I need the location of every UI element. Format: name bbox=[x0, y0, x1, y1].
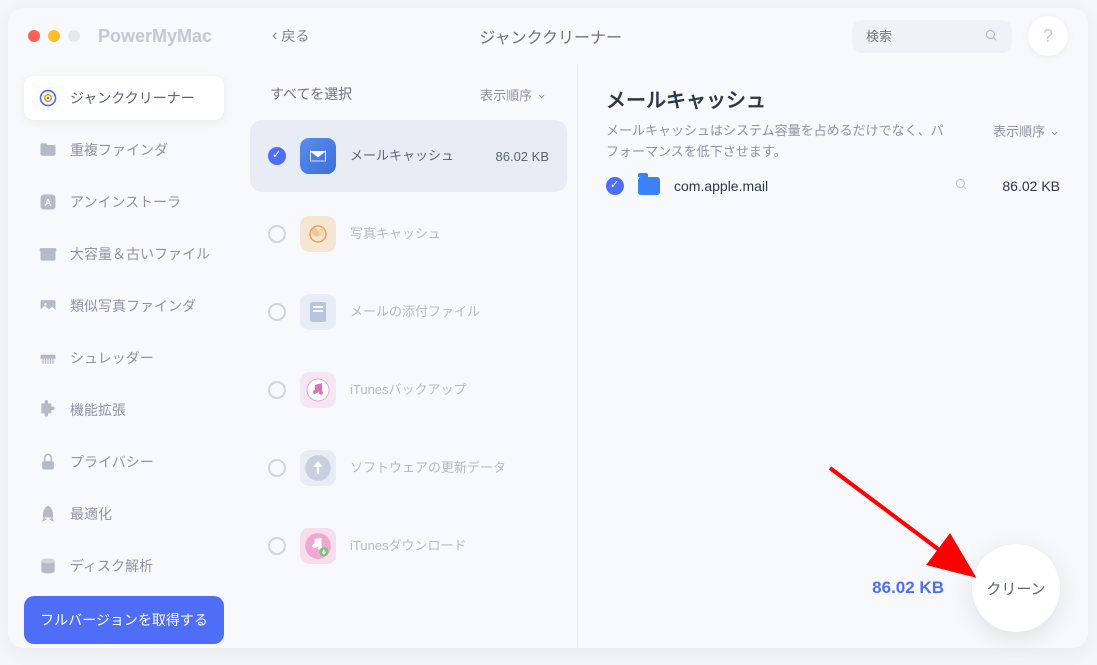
sidebar-item-similar-photo[interactable]: 類似写真ファインダ bbox=[24, 284, 224, 328]
page-title: ジャンククリーナー bbox=[249, 24, 852, 48]
sidebar-item-label: 最適化 bbox=[70, 504, 112, 524]
category-label: メールの添付ファイル bbox=[350, 303, 549, 321]
photo-icon bbox=[300, 216, 336, 252]
sidebar-item-shredder[interactable]: シュレッダー bbox=[24, 336, 224, 380]
checkbox[interactable] bbox=[606, 177, 624, 195]
sort-label: 表示順序 bbox=[480, 85, 532, 104]
checkbox[interactable] bbox=[268, 459, 286, 477]
category-item-mail-attach[interactable]: メールの添付ファイル bbox=[250, 276, 567, 348]
folder-icon bbox=[38, 140, 58, 160]
checkbox[interactable] bbox=[268, 303, 286, 321]
sidebar-item-uninstaller[interactable]: A アンインストーラ bbox=[24, 180, 224, 224]
detail-sort-dropdown[interactable]: 表示順序 ⌄ bbox=[993, 121, 1060, 140]
total-size: 86.02 KB bbox=[872, 578, 944, 598]
sidebar-item-label: 類似写真ファインダ bbox=[70, 296, 196, 316]
sidebar-item-junk-cleaner[interactable]: ジャンククリーナー bbox=[24, 76, 224, 120]
sort-label: 表示順序 bbox=[993, 121, 1045, 140]
select-all-button[interactable]: すべてを選択 bbox=[270, 84, 352, 104]
file-row[interactable]: com.apple.mail 86.02 KB bbox=[606, 163, 1060, 209]
file-name: com.apple.mail bbox=[674, 178, 940, 194]
bottom-bar: 86.02 KB クリーン bbox=[872, 544, 1060, 632]
category-label: メールキャッシュ bbox=[350, 147, 482, 165]
sidebar-item-label: シュレッダー bbox=[70, 348, 154, 368]
search-wrap bbox=[852, 20, 1012, 53]
music-download-icon bbox=[300, 528, 336, 564]
sidebar-item-label: アンインストーラ bbox=[70, 192, 181, 212]
sidebar-item-duplicate[interactable]: 重複ファインダ bbox=[24, 128, 224, 172]
upload-icon bbox=[300, 450, 336, 486]
category-label: ソフトウェアの更新データ bbox=[350, 459, 549, 477]
sidebar-item-label: 機能拡張 bbox=[70, 400, 126, 420]
category-item-photo-cache[interactable]: 写真キャッシュ bbox=[250, 198, 567, 270]
category-label: 写真キャッシュ bbox=[350, 225, 549, 243]
sidebar-item-label: ジャンククリーナー bbox=[70, 88, 195, 108]
detail-column: メールキャッシュ メールキャッシュはシステム容量を占めるだけでなく、パフォーマン… bbox=[578, 64, 1088, 648]
folder-icon bbox=[638, 177, 660, 195]
checkbox[interactable] bbox=[268, 225, 286, 243]
file-size: 86.02 KB bbox=[1002, 178, 1060, 194]
detail-description: メールキャッシュはシステム容量を占めるだけでなく、パフォーマンスを低下させます。 bbox=[606, 121, 946, 163]
titlebar: PowerMyMac ‹ 戻る ジャンククリーナー ? bbox=[8, 8, 1088, 64]
category-column: すべてを選択 表示順序 ⌄ メールキャッシュ 86.02 KB bbox=[240, 64, 578, 648]
sort-dropdown[interactable]: 表示順序 ⌄ bbox=[480, 85, 547, 104]
category-item-itunes-download[interactable]: iTunesダウンロード bbox=[250, 510, 567, 582]
app-window: PowerMyMac ‹ 戻る ジャンククリーナー ? ジャンククリーナー bbox=[8, 8, 1088, 648]
category-header: すべてを選択 表示順序 ⌄ bbox=[250, 76, 567, 120]
sidebar: ジャンククリーナー 重複ファインダ A アンインストーラ 大容量＆古いファイル bbox=[8, 64, 240, 648]
box-icon bbox=[38, 244, 58, 264]
chevron-down-icon: ⌄ bbox=[536, 86, 547, 102]
search-icon bbox=[984, 28, 998, 45]
target-icon bbox=[38, 88, 58, 108]
sidebar-item-large-old[interactable]: 大容量＆古いファイル bbox=[24, 232, 224, 276]
sidebar-item-optimize[interactable]: 最適化 bbox=[24, 492, 224, 536]
sidebar-item-extensions[interactable]: 機能拡張 bbox=[24, 388, 224, 432]
clean-button[interactable]: クリーン bbox=[972, 544, 1060, 632]
checkbox[interactable] bbox=[268, 381, 286, 399]
sidebar-item-label: 重複ファインダ bbox=[70, 140, 168, 160]
sidebar-item-label: プライバシー bbox=[70, 452, 154, 472]
chevron-down-icon: ⌄ bbox=[1049, 123, 1060, 139]
category-item-software-update[interactable]: ソフトウェアの更新データ bbox=[250, 432, 567, 504]
full-version-button[interactable]: フルバージョンを取得する bbox=[24, 596, 224, 644]
shredder-icon bbox=[38, 348, 58, 368]
sidebar-item-disk[interactable]: ディスク解析 bbox=[24, 544, 224, 588]
category-item-itunes-backup[interactable]: iTunesバックアップ bbox=[250, 354, 567, 426]
magnify-icon[interactable] bbox=[954, 177, 968, 194]
detail-title: メールキャッシュ bbox=[606, 84, 1060, 113]
music-icon bbox=[300, 372, 336, 408]
checkbox[interactable] bbox=[268, 147, 286, 165]
app-name: PowerMyMac bbox=[98, 26, 212, 47]
mail-icon bbox=[300, 138, 336, 174]
image-icon bbox=[38, 296, 58, 316]
lock-icon bbox=[38, 452, 58, 472]
checkbox[interactable] bbox=[268, 537, 286, 555]
sidebar-item-label: ディスク解析 bbox=[70, 556, 153, 576]
search-input[interactable] bbox=[866, 29, 984, 44]
app-icon: A bbox=[38, 192, 58, 212]
help-button[interactable]: ? bbox=[1028, 16, 1068, 56]
category-label: iTunesバックアップ bbox=[350, 381, 549, 399]
category-label: iTunesダウンロード bbox=[350, 537, 549, 555]
sidebar-item-privacy[interactable]: プライバシー bbox=[24, 440, 224, 484]
disk-icon bbox=[38, 556, 58, 576]
traffic-lights bbox=[28, 30, 80, 42]
category-size: 86.02 KB bbox=[496, 149, 550, 164]
close-icon[interactable] bbox=[28, 30, 40, 42]
svg-text:A: A bbox=[45, 197, 52, 207]
puzzle-icon bbox=[38, 400, 58, 420]
category-item-mail-cache[interactable]: メールキャッシュ 86.02 KB bbox=[250, 120, 567, 192]
attachment-icon bbox=[300, 294, 336, 330]
sidebar-item-label: 大容量＆古いファイル bbox=[70, 244, 210, 264]
maximize-icon[interactable] bbox=[68, 30, 80, 42]
rocket-icon bbox=[38, 504, 58, 524]
minimize-icon[interactable] bbox=[48, 30, 60, 42]
